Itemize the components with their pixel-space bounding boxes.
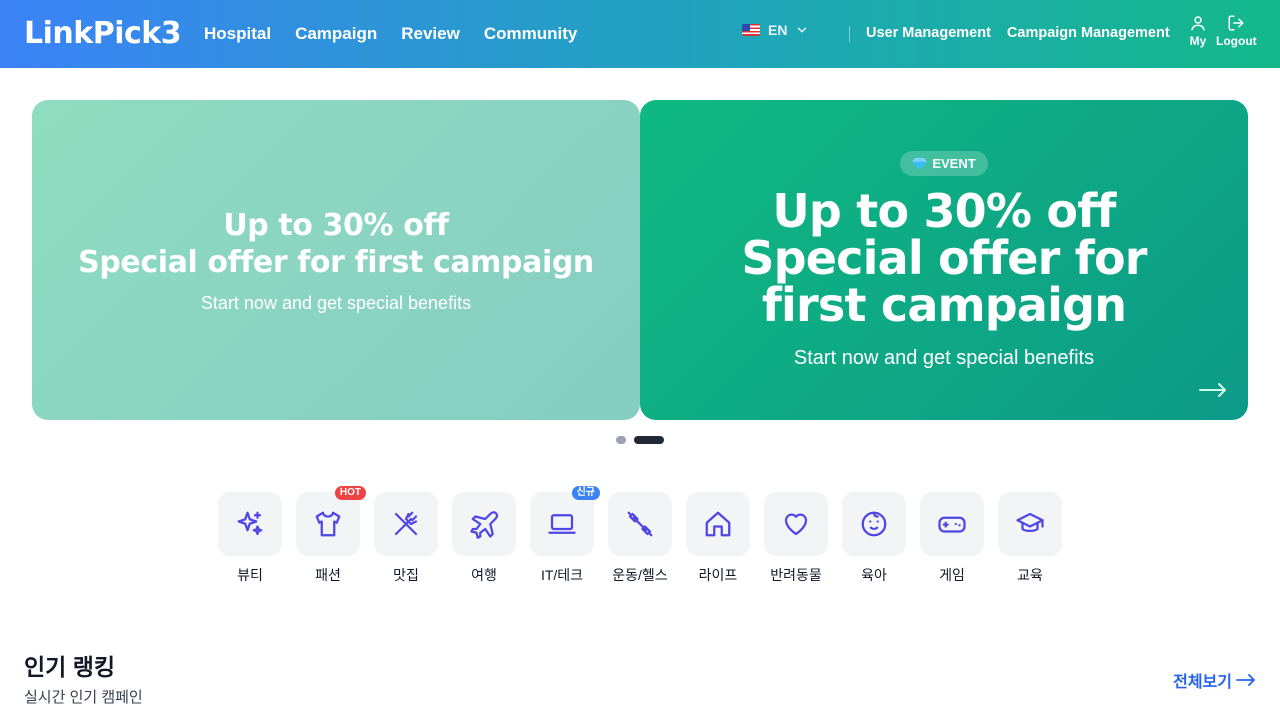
sparkles-icon	[237, 511, 263, 536]
category-icon-box	[842, 492, 906, 556]
nav-hospital[interactable]: Hospital	[204, 24, 271, 44]
category-icon-box	[218, 492, 282, 556]
category-label: 라이프	[698, 567, 738, 583]
category-label: 여행	[471, 567, 497, 583]
my-button[interactable]: My	[1189, 14, 1207, 48]
heart-icon	[784, 513, 808, 536]
category-restaurant[interactable]: 맛집	[374, 492, 438, 585]
diamond-icon	[912, 157, 928, 170]
banner-1-subtitle: Start now and get special benefits	[200, 292, 472, 313]
category-beauty[interactable]: 뷰티	[218, 492, 282, 585]
banner-1-title-line2: Special offer for first campaign	[78, 244, 594, 280]
ranking-subtitle: 실시간 인기 캠페인	[24, 689, 143, 706]
category-label: 게임	[939, 567, 965, 583]
shirt-icon	[315, 511, 341, 537]
event-badge: EVENT	[900, 150, 988, 176]
nav-campaign[interactable]: Campaign	[295, 24, 377, 44]
see-all-link[interactable]: 전체보기	[1173, 668, 1256, 692]
my-label: My	[1189, 34, 1207, 48]
carousel-dots	[616, 436, 664, 444]
category-label: 뷰티	[237, 567, 263, 583]
banner-slide-1[interactable]: Up to 30% off Special offer for first ca…	[32, 100, 640, 420]
category-icon-box	[374, 492, 438, 556]
graduation-cap-icon	[1016, 512, 1044, 532]
category-icon-box	[608, 492, 672, 556]
category-travel[interactable]: 여행	[452, 492, 516, 585]
category-icon-box	[530, 492, 594, 556]
user-icon	[1191, 16, 1205, 31]
category-label: 운동/헬스	[612, 567, 668, 583]
category-label: IT/테크	[540, 567, 584, 583]
category-parenting[interactable]: 육아	[842, 492, 906, 585]
category-it-tech[interactable]: 신규 IT/테크	[530, 486, 600, 585]
carousel-dot-2[interactable]	[634, 436, 664, 444]
header-divider	[849, 26, 850, 42]
banner-slide-2[interactable]: EVENT Up to 30% off Special offer for fi…	[640, 100, 1248, 420]
category-label: 반려동물	[770, 567, 822, 583]
dumbbell-icon	[627, 511, 653, 537]
see-all-label: 전체보기	[1173, 674, 1232, 691]
category-fashion[interactable]: HOT 패션	[296, 486, 366, 585]
category-label: 패션	[315, 567, 341, 583]
main-nav: Hospital Campaign Review Community	[204, 0, 577, 68]
category-icon-box	[764, 492, 828, 556]
logo[interactable]: LinkPick3	[24, 16, 182, 51]
top-header: LinkPick3 Hospital Campaign Review Commu…	[0, 0, 1280, 68]
event-badge-label: EVENT	[932, 155, 976, 171]
utensils-icon	[394, 511, 418, 536]
category-pets[interactable]: 반려동물	[764, 492, 828, 585]
carousel-dot-1[interactable]	[616, 436, 626, 444]
airplane-icon	[470, 511, 499, 539]
category-education[interactable]: 교육	[998, 492, 1062, 585]
ranking-title: 인기 랭킹	[24, 654, 116, 680]
category-label: 교육	[1017, 567, 1043, 583]
home-icon	[705, 511, 731, 537]
arrow-right-icon[interactable]	[1198, 382, 1228, 398]
user-management-link[interactable]: User Management	[866, 25, 991, 41]
hot-badge: HOT	[334, 486, 366, 500]
category-label: 맛집	[393, 567, 419, 583]
logout-button[interactable]: Logout	[1216, 14, 1257, 48]
banner-1-title-line1: Up to 30% off	[223, 207, 449, 243]
category-icon-box	[452, 492, 516, 556]
language-selector[interactable]: EN	[742, 22, 809, 38]
baby-icon	[861, 511, 887, 537]
admin-links: User Management Campaign Management	[866, 25, 1170, 41]
logout-icon	[1228, 15, 1244, 31]
banner-2-title: Up to 30% off Special offer for first ca…	[741, 183, 1147, 332]
chevron-down-icon	[798, 27, 807, 33]
gamepad-icon	[938, 516, 966, 533]
language-label: EN	[768, 22, 788, 38]
us-flag-icon	[742, 24, 760, 36]
category-fitness[interactable]: 운동/헬스	[608, 492, 672, 585]
arrow-right-icon	[1236, 674, 1255, 686]
category-label: 육아	[861, 567, 887, 583]
laptop-icon	[548, 514, 576, 534]
category-icon-box	[998, 492, 1062, 556]
category-icon-box	[296, 492, 360, 556]
banner-2-subtitle: Start now and get special benefits	[793, 346, 1095, 369]
nav-community[interactable]: Community	[484, 24, 578, 44]
category-icon-box	[686, 492, 750, 556]
category-life[interactable]: 라이프	[686, 492, 750, 585]
category-game[interactable]: 게임	[920, 492, 984, 585]
nav-review[interactable]: Review	[401, 24, 460, 44]
category-icon-box	[920, 492, 984, 556]
new-badge: 신규	[571, 486, 600, 500]
campaign-management-link[interactable]: Campaign Management	[1007, 25, 1170, 41]
category-list: 뷰티 HOT 패션 맛집 여행 신규 IT/테크 운동/헬스 라이프 반려동물 …	[218, 486, 1062, 585]
logout-label: Logout	[1216, 34, 1257, 48]
